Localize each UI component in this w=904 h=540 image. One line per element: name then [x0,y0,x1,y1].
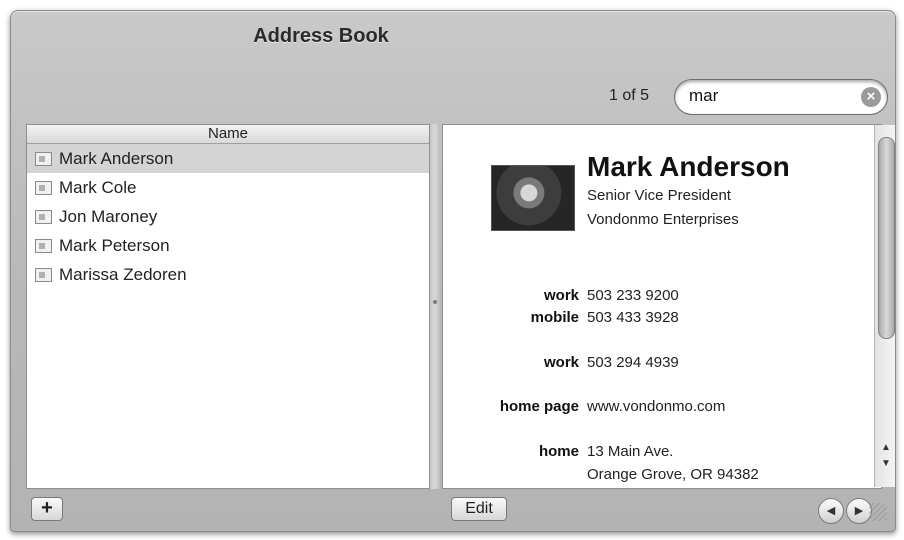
field-value[interactable]: 503 433 3928 [587,309,679,326]
contact-list[interactable]: Name Mark Anderson Mark Cole Jon Maroney… [26,124,430,489]
field-label: mobile [530,309,579,326]
resize-grip-icon[interactable] [869,503,887,521]
pane-splitter[interactable] [430,124,440,489]
search-result-count: 1 of 5 [609,87,650,104]
scroll-down-arrow-icon[interactable]: ▼ [879,457,893,471]
field-value[interactable]: 13 Main Ave. [587,443,673,460]
list-column-header[interactable]: Name [27,125,429,144]
contact-name: Mark Anderson [59,148,174,168]
contact-card-icon [35,238,52,253]
contact-card-icon [35,180,52,195]
splitter-handle-icon [433,300,437,304]
contact-company: Vondonmo Enterprises [587,211,739,228]
field-label: work [543,354,579,371]
previous-card-button[interactable]: ◀ [818,498,844,524]
search-field[interactable]: × [674,79,888,115]
scrollbar-thumb[interactable] [878,137,895,339]
scroll-up-arrow-icon[interactable]: ▲ [879,441,893,455]
list-item[interactable]: Jon Maroney [27,202,429,231]
contact-name: Mark Peterson [59,235,170,255]
field-value[interactable]: 503 294 4939 [587,354,679,371]
field-value-line2[interactable]: Orange Grove, OR 94382 [587,466,759,483]
search-input[interactable] [689,84,849,108]
contact-card-icon [35,151,52,166]
add-contact-button[interactable]: + [31,497,63,521]
contact-job-title: Senior Vice President [587,187,731,204]
list-item[interactable]: Marissa Zedoren [27,260,429,289]
address-book-window: Address Book 1 of 5 × Name Mark Anderson… [10,10,896,532]
field-label: home page [499,398,579,415]
contact-card-icon [35,209,52,224]
vertical-scrollbar[interactable]: ▲ ▼ [874,125,895,487]
window-title: Address Book [253,25,389,47]
edit-button[interactable]: Edit [451,497,507,521]
field-label: work [543,287,579,304]
contact-photo[interactable] [491,165,575,231]
contact-name: Jon Maroney [59,206,158,226]
clear-search-icon[interactable]: × [861,87,881,107]
contact-card-icon [35,267,52,282]
field-value[interactable]: www.vondonmo.com [587,398,725,415]
field-value[interactable]: 503 233 9200 [587,287,679,304]
contact-name: Mark Cole [59,177,137,197]
list-item[interactable]: Mark Cole [27,173,429,202]
field-label: home [538,443,579,460]
contact-name: Marissa Zedoren [59,264,187,284]
contact-card: Mark Anderson Senior Vice President Vond… [442,124,882,489]
list-item[interactable]: Mark Anderson [27,144,429,173]
list-item[interactable]: Mark Peterson [27,231,429,260]
contact-card-name: Mark Anderson [587,151,790,182]
